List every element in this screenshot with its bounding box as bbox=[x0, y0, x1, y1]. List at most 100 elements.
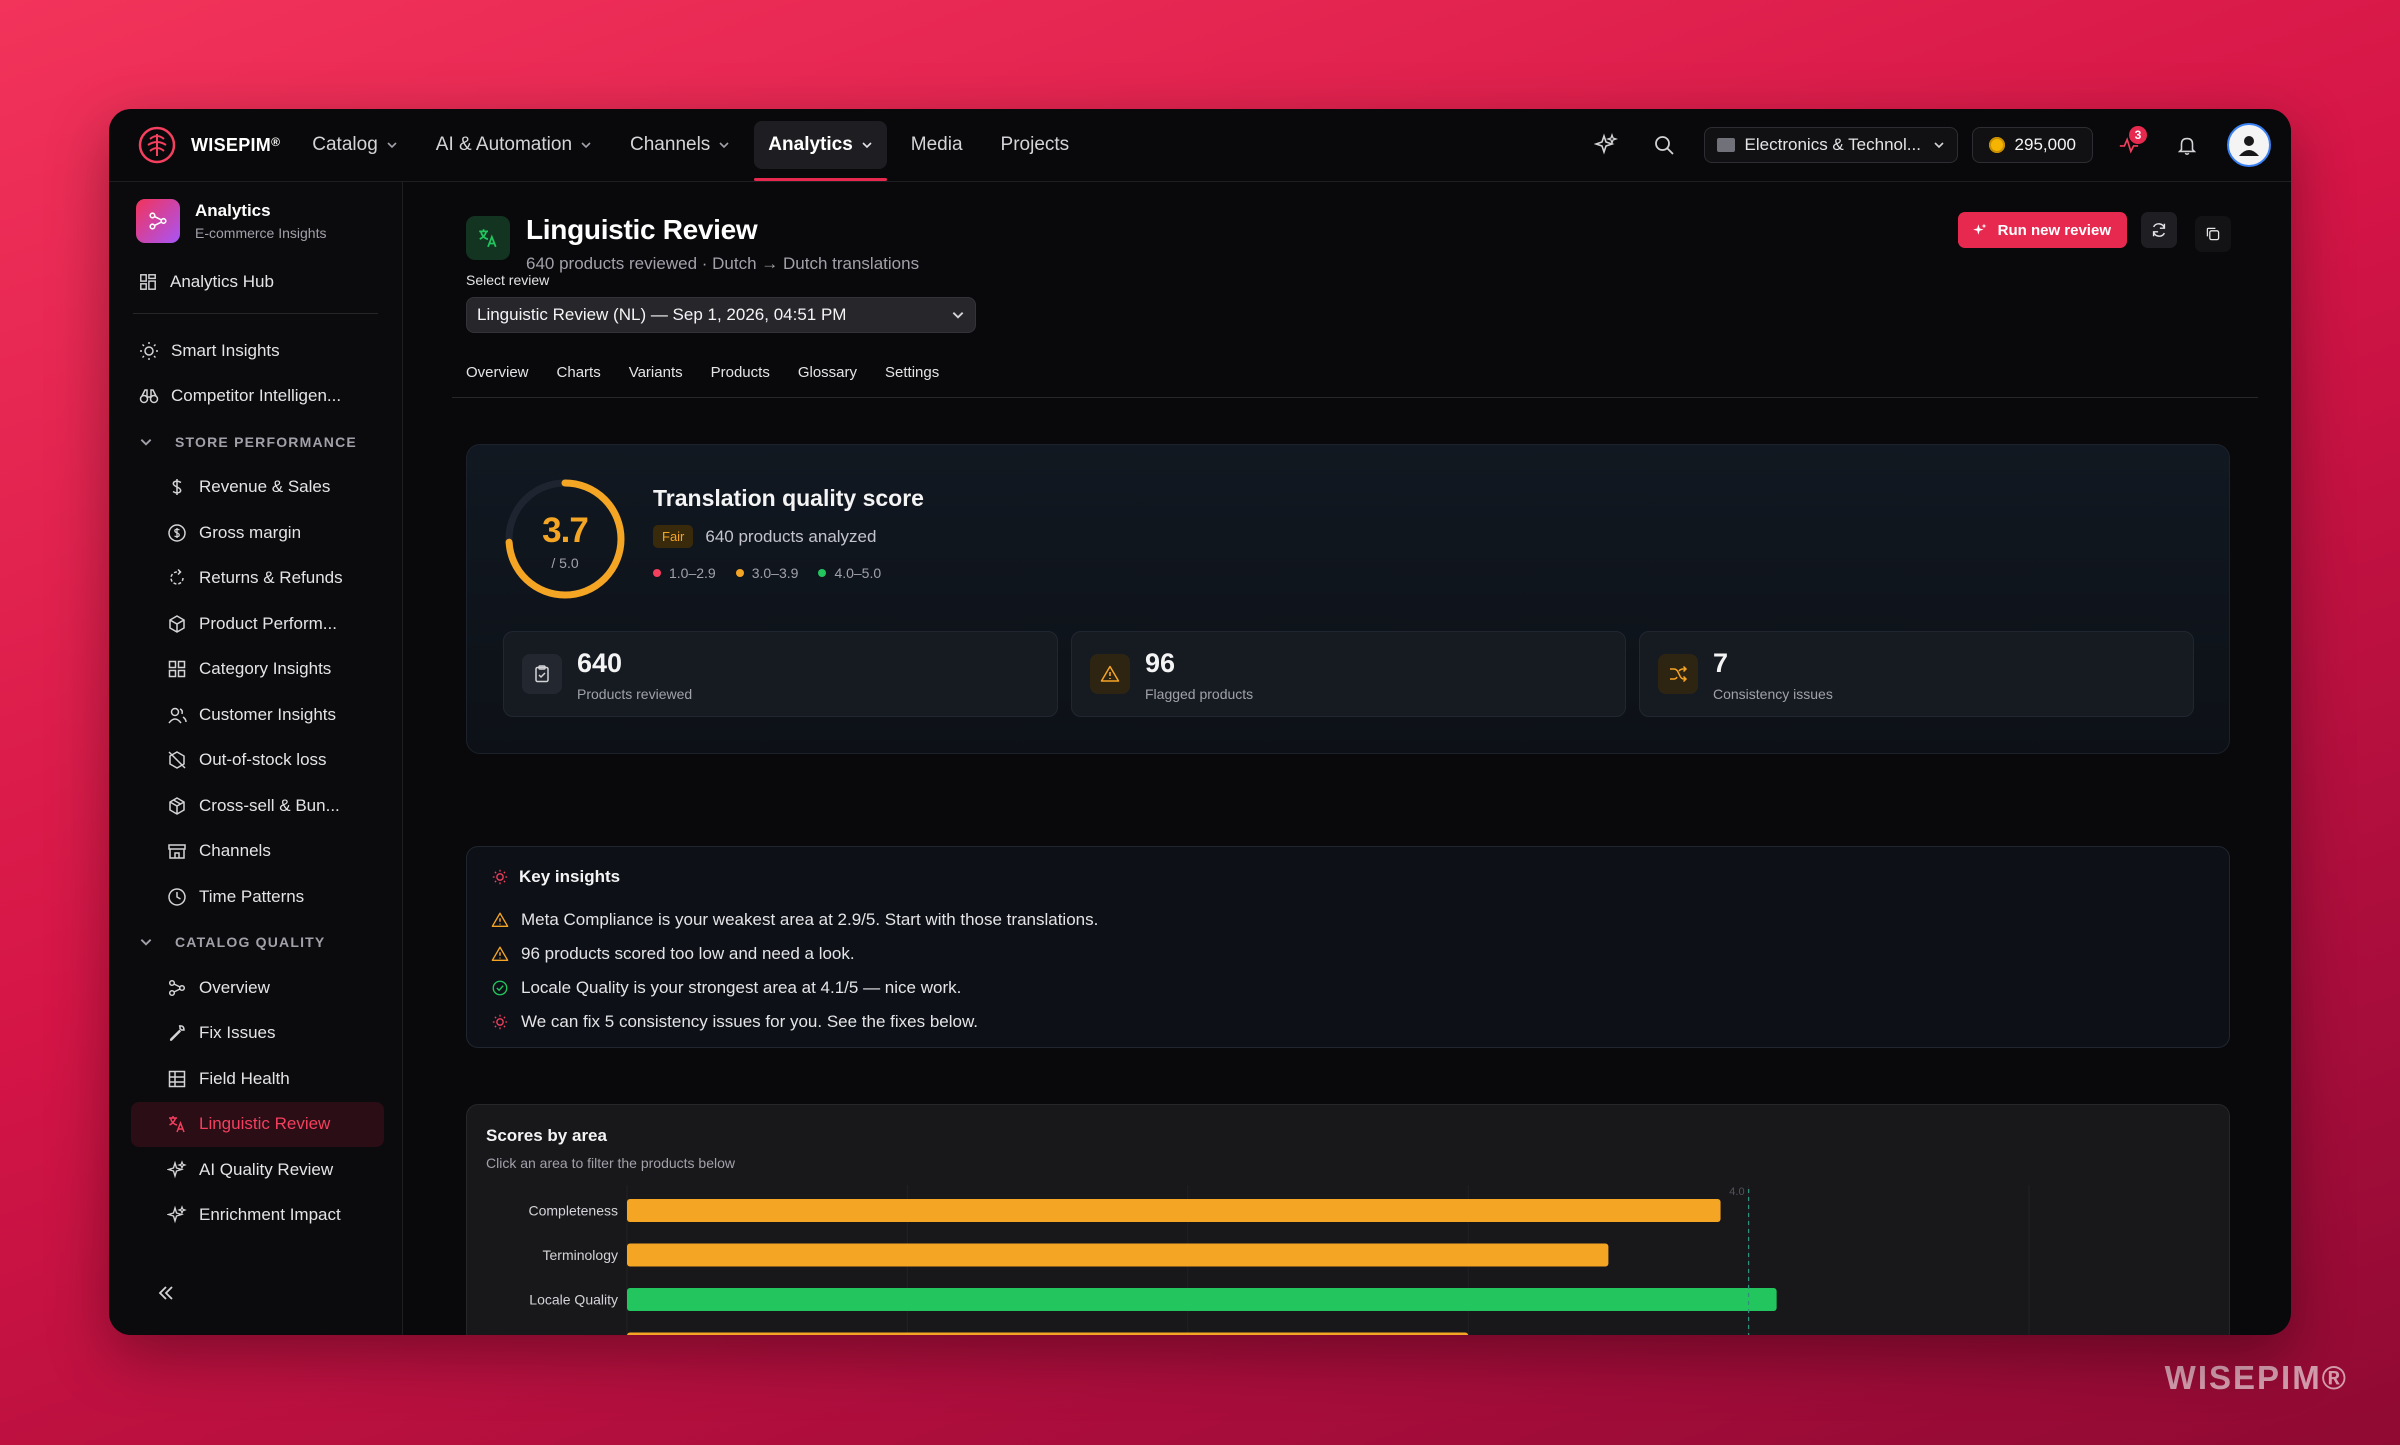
sidebar-item-label: Time Patterns bbox=[199, 886, 305, 906]
section-label: CATALOG QUALITY bbox=[175, 934, 326, 951]
sidebar-item-time-patterns[interactable]: Time Patterns bbox=[131, 874, 384, 920]
chevron-down-icon bbox=[140, 939, 152, 946]
legend-high: 4.0–5.0 bbox=[818, 565, 881, 581]
bar-consistency[interactable] bbox=[627, 1332, 1469, 1336]
sidebar-item-customer-insights[interactable]: Customer Insights bbox=[131, 692, 384, 738]
sidebar-item-category-insights[interactable]: Category Insights bbox=[131, 647, 384, 693]
sidebar-item-label: Fix Issues bbox=[199, 1023, 276, 1043]
review-selector[interactable]: Linguistic Review (NL) — Sep 1, 2026, 04… bbox=[466, 297, 976, 333]
stat-value: 96 bbox=[1145, 648, 1176, 678]
shuffle-icon bbox=[1658, 654, 1698, 694]
stat-consistency-issues: 7 Consistency issues bbox=[1639, 631, 2194, 717]
section-catalog-quality[interactable]: CATALOG QUALITY bbox=[131, 920, 402, 966]
store-selector[interactable]: Electronics & Technol... bbox=[1703, 127, 1958, 163]
activity-button[interactable]: 3 bbox=[2107, 123, 2151, 167]
sidebar-item-channels[interactable]: Channels bbox=[131, 829, 384, 875]
sidebar-item-smart-insights[interactable]: Smart Insights bbox=[131, 328, 384, 374]
tab-settings[interactable]: Settings bbox=[871, 364, 953, 398]
sidebar-item-enrichment-impact[interactable]: Enrichment Impact bbox=[131, 1193, 384, 1239]
insight-item: Locale Quality is your strongest area at… bbox=[491, 971, 1098, 1005]
bar-completeness[interactable] bbox=[627, 1199, 1721, 1222]
brand-name: WISEPIM® bbox=[191, 134, 281, 155]
nav-channels[interactable]: Channels bbox=[616, 121, 744, 169]
notifications-button[interactable] bbox=[2165, 123, 2209, 167]
sidebar-item-cross-sell-bundles[interactable]: Cross-sell & Bun... bbox=[131, 783, 384, 829]
run-new-review-button[interactable]: Run new review bbox=[1957, 212, 2127, 248]
sidebar-item-returns-refunds[interactable]: Returns & Refunds bbox=[131, 556, 384, 602]
sidebar-item-label: AI Quality Review bbox=[199, 1159, 334, 1179]
brand[interactable]: WISEPIM® bbox=[137, 125, 280, 165]
nav-media[interactable]: Media bbox=[897, 121, 977, 169]
tab-glossary[interactable]: Glossary bbox=[784, 364, 871, 398]
sidebar-item-overview[interactable]: Overview bbox=[131, 965, 384, 1011]
tab-charts[interactable]: Charts bbox=[543, 364, 615, 398]
sparkles-icon bbox=[1972, 223, 1987, 235]
sidebar-item-product-performance[interactable]: Product Perform... bbox=[131, 601, 384, 647]
sidebar-item-field-health[interactable]: Field Health bbox=[131, 1056, 384, 1102]
credits-balance[interactable]: 295,000 bbox=[1971, 127, 2093, 163]
brain-logo-icon bbox=[138, 126, 176, 164]
share-icon bbox=[168, 979, 186, 996]
insight-item: We can fix 5 consistency issues for you.… bbox=[491, 1005, 1098, 1039]
sidebar-item-label: Overview bbox=[199, 977, 270, 997]
section-store-performance[interactable]: STORE PERFORMANCE bbox=[131, 419, 402, 465]
nav-analytics[interactable]: Analytics bbox=[754, 121, 888, 181]
scores-by-area-card: Scores by area Click an area to filter t… bbox=[466, 1104, 2230, 1335]
search-button[interactable] bbox=[1642, 123, 1686, 167]
translate-icon bbox=[169, 1116, 185, 1133]
sidebar-item-out-of-stock-loss[interactable]: Out-of-stock loss bbox=[131, 738, 384, 784]
chart-subtitle: Click an area to filter the products bel… bbox=[486, 1155, 736, 1171]
tab-bar: Overview Charts Variants Products Glossa… bbox=[452, 364, 2258, 398]
stat-value: 640 bbox=[577, 648, 623, 678]
collapse-sidebar-icon[interactable] bbox=[154, 1281, 178, 1305]
user-avatar[interactable] bbox=[2227, 123, 2271, 167]
sidebar-item-competitor-intelligence[interactable]: Competitor Intelligen... bbox=[131, 374, 384, 420]
sidebar-item-fix-issues[interactable]: Fix Issues bbox=[131, 1011, 384, 1057]
analyzed-count: 640 products analyzed bbox=[705, 526, 877, 546]
watermark: WISEPIM® bbox=[2164, 1359, 2348, 1396]
sidebar-item-ai-quality-review[interactable]: AI Quality Review bbox=[131, 1147, 384, 1193]
tab-products[interactable]: Products bbox=[697, 364, 784, 398]
insight-item: Meta Compliance is your weakest area at … bbox=[491, 903, 1098, 937]
dashboard-icon bbox=[140, 274, 156, 290]
chevron-down-icon bbox=[1933, 142, 1944, 149]
copy-button[interactable] bbox=[2195, 216, 2231, 252]
sidebar-item-label: Analytics Hub bbox=[170, 272, 274, 291]
sidebar-item-label: Customer Insights bbox=[199, 704, 336, 724]
box-icon bbox=[169, 614, 185, 633]
lightbulb-icon bbox=[492, 869, 508, 885]
ai-assistant-button[interactable] bbox=[1584, 123, 1628, 167]
sidebar-item-label: Smart Insights bbox=[171, 340, 280, 360]
tab-variants[interactable]: Variants bbox=[615, 364, 697, 398]
category-label: Completeness bbox=[529, 1203, 619, 1219]
select-review-label: Select review bbox=[466, 272, 550, 288]
check-circle-icon bbox=[492, 980, 508, 996]
users-icon bbox=[168, 707, 187, 724]
bar-terminology[interactable] bbox=[627, 1243, 1609, 1267]
bar-locale-quality[interactable] bbox=[627, 1288, 1777, 1311]
score-max: / 5.0 bbox=[551, 555, 579, 571]
rating-badge: Fair bbox=[653, 525, 694, 548]
nav-catalog[interactable]: Catalog bbox=[298, 121, 412, 169]
tab-overview[interactable]: Overview bbox=[452, 364, 543, 398]
stat-label: Products reviewed bbox=[577, 686, 693, 702]
chevron-down-icon bbox=[952, 312, 964, 319]
sparkles-icon bbox=[1593, 133, 1618, 155]
package-icon bbox=[169, 796, 185, 815]
refresh-button[interactable] bbox=[2141, 212, 2177, 248]
sidebar-item-gross-margin[interactable]: Gross margin bbox=[131, 510, 384, 556]
scores-bar-chart: CompletenessTerminologyLocale QualityCon… bbox=[529, 1185, 2030, 1336]
sidebar-item-label: Linguistic Review bbox=[199, 1114, 331, 1134]
page-title: Linguistic Review bbox=[526, 214, 758, 245]
stat-value: 7 bbox=[1713, 648, 1729, 678]
sidebar-item-analytics-hub[interactable]: Analytics Hub bbox=[139, 267, 402, 297]
sparkles-icon bbox=[167, 1159, 187, 1179]
quality-score-card: 3.7 / 5.0 Translation quality score Fair… bbox=[466, 444, 2230, 754]
insights-list: Meta Compliance is your weakest area at … bbox=[491, 903, 1098, 1039]
sidebar-item-linguistic-review[interactable]: Linguistic Review bbox=[131, 1101, 384, 1147]
nav-ai-automation[interactable]: AI & Automation bbox=[422, 121, 606, 169]
nav-menu: Catalog AI & Automation Channels Analyti… bbox=[298, 109, 1093, 181]
sidebar-item-revenue-sales[interactable]: Revenue & Sales bbox=[131, 465, 384, 511]
chevron-down-icon bbox=[862, 142, 872, 149]
nav-projects[interactable]: Projects bbox=[987, 121, 1084, 169]
